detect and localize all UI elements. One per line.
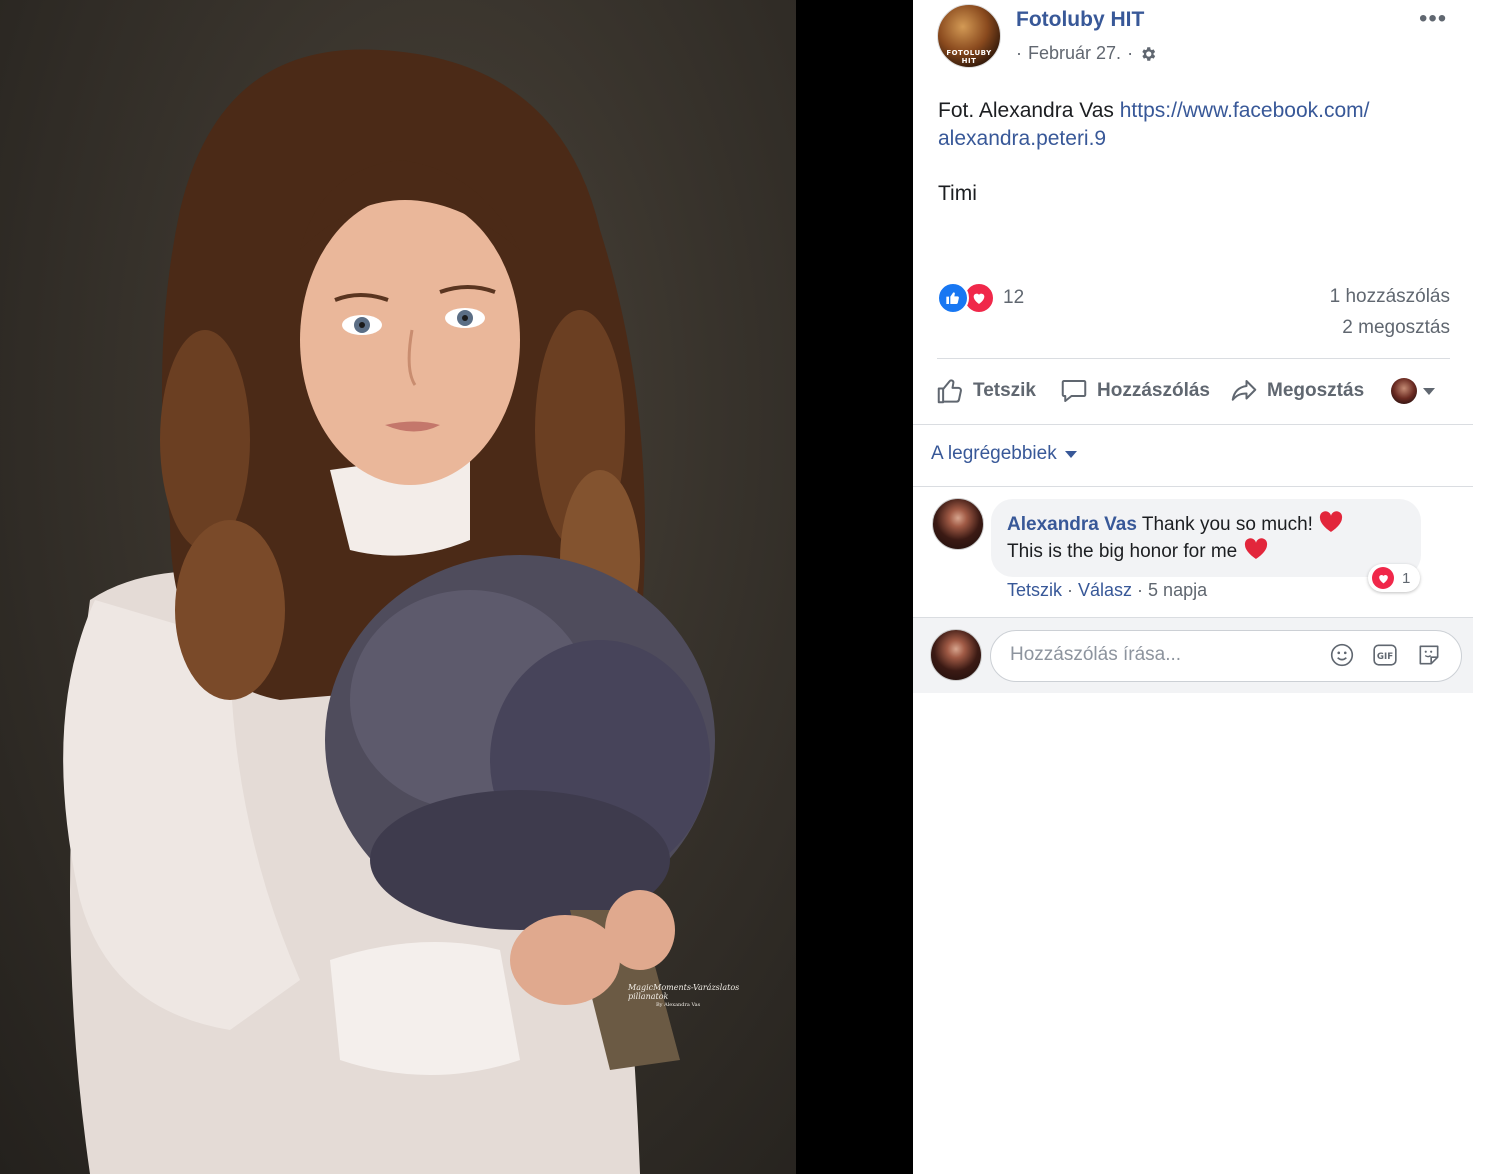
commenter-avatar[interactable] — [932, 498, 984, 550]
separator: · — [1132, 580, 1149, 600]
avatar — [1391, 378, 1417, 404]
current-user-avatar[interactable] — [930, 629, 982, 681]
reaction-count: 12 — [1003, 287, 1025, 308]
sticker-icon — [1419, 645, 1439, 665]
caret-down-icon — [1064, 450, 1077, 458]
post-signature: Timi — [938, 182, 977, 205]
page-name-link[interactable]: Fotoluby HIT — [1016, 8, 1144, 32]
comment-time-link[interactable]: 5 napja — [1148, 580, 1207, 600]
comment-button[interactable]: Hozzászólás — [1059, 376, 1210, 406]
comment-actions: Tetszik · Válasz · 5 napja — [1007, 580, 1207, 601]
photo-watermark: MagicMoments-Varázslatos pillanatok By A… — [628, 983, 748, 1010]
thumbs-up-icon — [937, 379, 962, 404]
post-meta: · Február 27. · — [1016, 43, 1157, 64]
comment-like-link[interactable]: Tetszik — [1007, 580, 1062, 600]
reactions-summary[interactable]: 12 — [937, 282, 1024, 314]
comment-count-link[interactable]: 1 hozzászólás — [1330, 286, 1450, 308]
watermark-line-1: MagicMoments-Varázslatos pillanatok — [628, 983, 740, 1001]
comment-reaction-count: 1 — [1402, 569, 1411, 587]
page-avatar[interactable]: FOTOLUBY HIT — [937, 4, 1001, 68]
share-arrow-icon — [1231, 380, 1257, 401]
like-button[interactable]: Tetszik — [935, 376, 1036, 406]
gear-icon[interactable] — [1139, 45, 1157, 63]
audience-selector[interactable] — [1391, 378, 1435, 404]
caret-down-icon — [1423, 387, 1435, 395]
post-photo[interactable]: MagicMoments-Varázslatos pillanatok By A… — [0, 0, 796, 1174]
emoji-button[interactable] — [1328, 641, 1356, 669]
smiley-icon — [1330, 643, 1354, 667]
comment-sort-selector[interactable]: A legrégebbiek — [931, 443, 1077, 465]
heart-emoji-icon — [1320, 511, 1343, 532]
comment-reply-link[interactable]: Válasz — [1078, 580, 1132, 600]
comment-author-link[interactable]: Alexandra Vas — [1007, 514, 1137, 535]
comment-input-placeholder: Hozzászólás írása... — [1010, 644, 1182, 665]
separator: · — [1062, 580, 1079, 600]
divider — [937, 358, 1450, 359]
post-link-line-1: https://www.facebook.com/ — [1119, 99, 1370, 122]
post-panel: FOTOLUBY HIT Fotoluby HIT · Február 27. … — [913, 0, 1485, 1174]
more-options-icon[interactable]: ••• — [1419, 5, 1447, 33]
share-button[interactable]: Megosztás — [1229, 376, 1364, 406]
gif-button[interactable]: GIF — [1371, 641, 1399, 669]
page-avatar-logo-text: FOTOLUBY HIT — [946, 49, 992, 65]
divider — [913, 486, 1473, 487]
comment-text: Alexandra Vas Thank you so much! This is… — [1007, 511, 1397, 565]
heart-emoji-icon — [1244, 538, 1267, 559]
watermark-line-2: By Alexandra Vas — [656, 1002, 701, 1008]
comment-line-1: Thank you so much! — [1141, 514, 1319, 535]
post-text-prefix: Fot. Alexandra Vas — [938, 99, 1120, 122]
post-link-line-2: alexandra.peteri.9 — [938, 127, 1107, 150]
like-reaction-icon — [937, 282, 969, 314]
share-count-link[interactable]: 2 megosztás — [1342, 317, 1450, 339]
divider — [913, 424, 1473, 425]
comment-sort-label: A legrégebbiek — [931, 443, 1057, 464]
meta-dot-1: · — [1016, 43, 1022, 63]
sticker-button[interactable] — [1415, 641, 1443, 669]
comment-reaction-badge[interactable]: 1 — [1368, 564, 1421, 592]
share-button-label: Megosztás — [1267, 380, 1365, 401]
like-button-label: Tetszik — [973, 380, 1037, 401]
gif-icon: GIF — [1373, 644, 1397, 666]
comment-button-label: Hozzászólás — [1097, 380, 1210, 401]
meta-dot-2: · — [1127, 43, 1134, 63]
comment-icon — [1061, 380, 1087, 402]
svg-text:GIF: GIF — [1377, 652, 1393, 662]
love-reaction-icon — [1372, 567, 1394, 589]
photo-viewer: MagicMoments-Varázslatos pillanatok By A… — [0, 0, 913, 1174]
comment-line-2: This is the big honor for me — [1007, 541, 1243, 562]
post-text: Fot. Alexandra Vas https://www.facebook.… — [938, 97, 1418, 153]
post-date-link[interactable]: Február 27. — [1028, 43, 1121, 64]
